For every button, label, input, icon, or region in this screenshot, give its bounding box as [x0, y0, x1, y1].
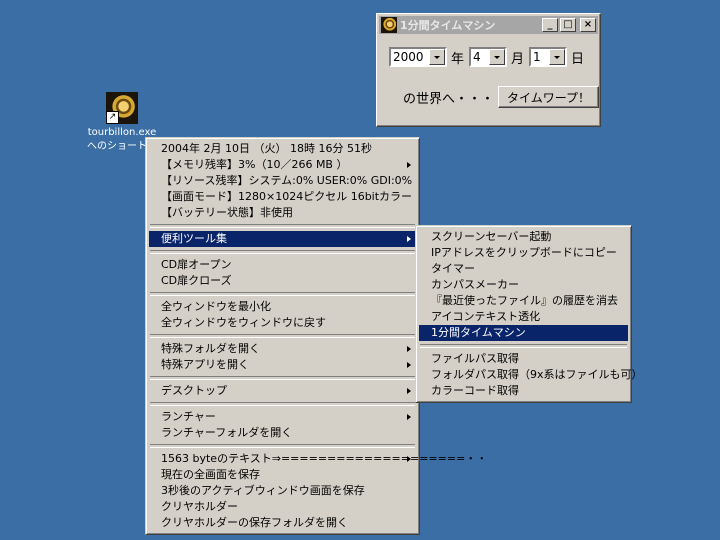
menu-item-save-active-window[interactable]: 3秒後のアクティブウィンドウ画面を保存 — [149, 483, 416, 499]
menu-item-icon-text-transparent[interactable]: アイコンテキスト透化 — [419, 309, 628, 325]
menu-separator — [150, 224, 415, 228]
tourbillon-icon — [381, 17, 397, 33]
menu-item-file-path[interactable]: ファイルパス取得 — [419, 351, 628, 367]
menu-item-desktop[interactable]: デスクトップ — [149, 383, 416, 399]
menu-separator — [150, 250, 415, 254]
menu-item-ip-copy[interactable]: IPアドレスをクリップボードにコピー — [419, 245, 628, 261]
menu-item-special-app[interactable]: 特殊アプリを開く — [149, 357, 416, 373]
day-unit-label: 日 — [571, 51, 585, 67]
year-value: 2000 — [393, 50, 424, 64]
menu-info-screen-mode[interactable]: 【画面モード】1280×1024ピクセル 16bitカラー — [149, 189, 416, 205]
submenu-arrow-icon — [407, 236, 411, 242]
submenu-arrow-icon — [407, 162, 411, 168]
menu-item-clear-holder[interactable]: クリヤホルダー — [149, 499, 416, 515]
menu-item-label: 【メモリ残率】3%（10／266 MB ） — [161, 158, 348, 171]
day-value: 1 — [533, 50, 541, 64]
menu-separator — [150, 402, 415, 406]
menu-item-launcher-folder[interactable]: ランチャーフォルダを開く — [149, 425, 416, 441]
month-unit-label: 月 — [511, 51, 525, 67]
menu-item-color-code[interactable]: カラーコード取得 — [419, 383, 628, 399]
menu-item-clipboard-text[interactable]: 1563 byteのテキスト⇒====================・・ — [149, 451, 487, 467]
menu-item-save-screen[interactable]: 現在の全画面を保存 — [149, 467, 416, 483]
menu-item-label: ランチャー — [161, 410, 216, 423]
menu-separator — [150, 376, 415, 380]
maximize-button[interactable]: □ — [560, 18, 576, 32]
menu-item-screensaver[interactable]: スクリーンセーバー起動 — [419, 229, 628, 245]
menu-item-restore-all[interactable]: 全ウィンドウをウィンドウに戻す — [149, 315, 416, 331]
chevron-down-icon[interactable] — [489, 49, 506, 65]
menu-item-label: 便利ツール集 — [161, 232, 227, 245]
menu-separator — [150, 334, 415, 338]
close-button[interactable]: × — [580, 18, 596, 32]
submenu-arrow-icon — [407, 346, 411, 352]
menu-item-open-holder-folder[interactable]: クリヤホルダーの保存フォルダを開く — [149, 515, 416, 531]
tourbillon-icon: ↗ — [106, 92, 138, 124]
menu-info-battery[interactable]: 【バッテリー状態】非使用 — [149, 205, 416, 221]
menu-item-minimize-all[interactable]: 全ウィンドウを最小化 — [149, 299, 416, 315]
time-warp-button[interactable]: タイムワープ！ — [498, 86, 600, 108]
month-select[interactable]: 4 — [469, 47, 508, 67]
menu-separator — [150, 292, 415, 296]
submenu-arrow-icon — [407, 362, 411, 368]
menu-item-label: 特殊フォルダを開く — [161, 342, 260, 355]
submenu-arrow-icon — [407, 456, 411, 462]
minimize-button[interactable]: _ — [542, 18, 558, 32]
chevron-down-icon[interactable] — [429, 49, 445, 65]
year-select[interactable]: 2000 — [389, 47, 447, 67]
main-context-menu: 2004年 2月 10日 （火） 18時 16分 51秒 【メモリ残率】3%（1… — [145, 137, 487, 535]
submenu-arrow-icon — [407, 414, 411, 420]
window-title: 1分間タイムマシン — [400, 19, 496, 32]
prompt-label: の世界へ・・・ — [403, 91, 495, 107]
menu-info-resource[interactable]: 【リソース残率】システム:0% USER:0% GDI:0% — [149, 173, 416, 189]
year-unit-label: 年 — [451, 51, 465, 67]
menu-item-folder-path[interactable]: フォルダパス取得（9x系はファイルも可） — [419, 367, 643, 383]
menu-separator — [420, 344, 627, 348]
window-titlebar[interactable]: 1分間タイムマシン _ □ × — [379, 16, 598, 34]
menu-info-memory[interactable]: 【メモリ残率】3%（10／266 MB ） — [149, 157, 416, 173]
menu-item-time-machine[interactable]: 1分間タイムマシン — [419, 325, 628, 341]
tools-submenu: スクリーンセーバー起動 IPアドレスをクリップボードにコピー タイマー カンパス… — [415, 225, 643, 403]
menu-info-datetime[interactable]: 2004年 2月 10日 （火） 18時 16分 51秒 — [149, 141, 416, 157]
menu-item-launcher[interactable]: ランチャー — [149, 409, 416, 425]
time-machine-window: 1分間タイムマシン _ □ × 2000 年 4 月 1 日 の世界へ・・・ タ… — [376, 13, 601, 127]
menu-item-label: 1563 byteのテキスト⇒====================・・ — [161, 452, 488, 465]
shortcut-arrow-icon: ↗ — [106, 111, 119, 124]
menu-item-label: デスクトップ — [161, 384, 227, 397]
chevron-down-icon[interactable] — [549, 49, 566, 65]
menu-item-calendar-maker[interactable]: カンパスメーカー — [419, 277, 628, 293]
month-value: 4 — [473, 50, 481, 64]
menu-separator — [150, 444, 415, 448]
submenu-arrow-icon — [407, 388, 411, 394]
menu-item-label: 特殊アプリを開く — [161, 358, 249, 371]
menu-item-special-folder[interactable]: 特殊フォルダを開く — [149, 341, 416, 357]
day-select[interactable]: 1 — [529, 47, 568, 67]
menu-item-cd-open[interactable]: CD扉オープン — [149, 257, 416, 273]
menu-item-timer[interactable]: タイマー — [419, 261, 628, 277]
menu-item-tools[interactable]: 便利ツール集 — [149, 231, 416, 247]
menu-item-clear-recent-files[interactable]: 『最近使ったファイル』の履歴を消去 — [419, 293, 628, 309]
menu-item-cd-close[interactable]: CD扉クローズ — [149, 273, 416, 289]
